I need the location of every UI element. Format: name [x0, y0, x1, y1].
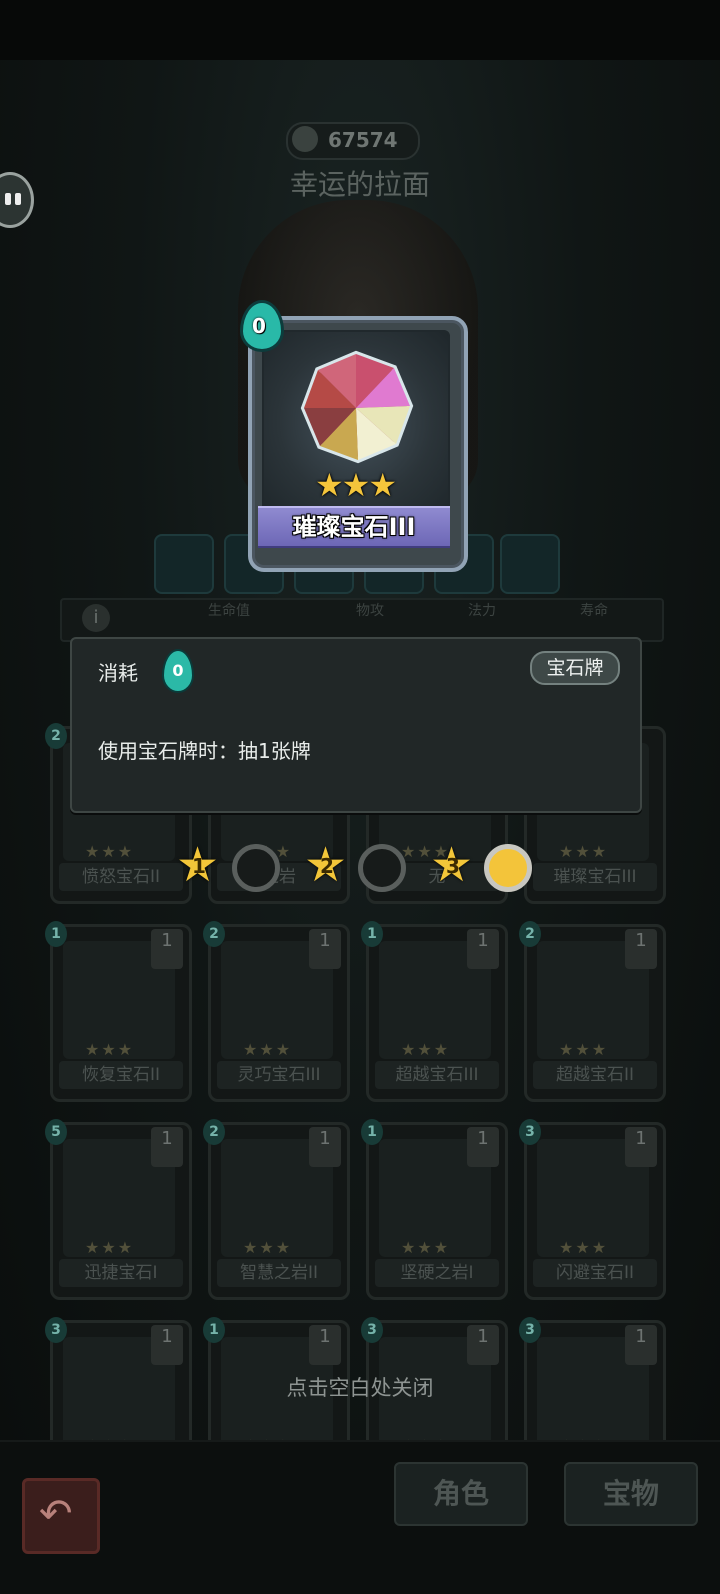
upgrade-slot-filled [484, 844, 532, 892]
deck-card[interactable]: ★★★ 1 1 恢复宝石II [45, 921, 192, 1102]
card-name: 愤怒宝石II [59, 863, 183, 891]
card-cost: 2 [519, 921, 541, 947]
deck-card[interactable]: ★★★ 3 1 闪避宝石II [519, 1119, 666, 1300]
card-cost: 3 [45, 1317, 67, 1343]
card-cost: 3 [361, 1317, 383, 1343]
card-stars: ★★★ [401, 1238, 451, 1257]
mana-flame-icon: 0 [162, 649, 194, 693]
deck-card[interactable]: ★★★ 2 1 超越宝石II [519, 921, 666, 1102]
cost-value: 0 [172, 661, 184, 680]
back-arrow-icon: ↶ [39, 1491, 73, 1537]
card-cost: 3 [519, 1119, 541, 1145]
card-cost: 1 [361, 921, 383, 947]
card-detail-panel: 消耗 0 宝石牌 使用宝石牌时：抽1张牌 [70, 637, 642, 813]
card-count: 1 [467, 929, 499, 969]
card-count: 1 [467, 1127, 499, 1167]
card-cost: 1 [203, 1317, 225, 1343]
card-stars: ★★★ [401, 1040, 451, 1059]
upgrade-slot [358, 844, 406, 892]
card-name: 闪避宝石II [533, 1259, 657, 1287]
cost-label: 消耗 [98, 661, 138, 685]
card-stars: ★★★ [243, 1040, 293, 1059]
card-stars: ★★★ [559, 842, 609, 861]
skill-slot[interactable] [500, 534, 560, 594]
card-stars: ★★★ [85, 1238, 135, 1257]
card-count: 1 [151, 1127, 183, 1167]
deck-card[interactable]: ★★★ 5 1 迅捷宝石I [45, 1119, 192, 1300]
card-count: 1 [309, 1325, 341, 1365]
card-count: 1 [625, 929, 657, 969]
character-name: 幸运的拉面 [289, 168, 430, 201]
card-name: 恢复宝石II [59, 1061, 183, 1089]
card-stars: ★★★ [559, 1040, 609, 1059]
card-cost: 3 [519, 1317, 541, 1343]
card-count: 1 [151, 1325, 183, 1365]
upgrade-slot [232, 844, 280, 892]
card-name: 璀璨宝石III [258, 506, 450, 548]
deck-card[interactable]: ★★★ 1 1 坚硬之岩I [361, 1119, 508, 1300]
stats-bar: i 生命值 物攻 法力 寿命 [60, 598, 664, 642]
card-cost: 2 [203, 1119, 225, 1145]
star-icon: ★ 2 [304, 837, 348, 893]
card-type-badge: 宝石牌 [530, 651, 620, 685]
card-name: 迅捷宝石I [59, 1259, 183, 1287]
card-stars: ★★★ [559, 1238, 609, 1257]
selected-card: ★★★ 璀璨宝石III [248, 316, 468, 572]
card-name: 超越宝石II [533, 1061, 657, 1089]
stat-label: 寿命 [580, 603, 608, 619]
status-bar [0, 0, 720, 60]
card-count: 1 [625, 1325, 657, 1365]
card-name: 超越宝石III [375, 1061, 499, 1089]
stat-label: 法力 [468, 603, 496, 619]
wrench-icon [292, 126, 318, 152]
card-count: 1 [625, 1127, 657, 1167]
skill-slot[interactable] [154, 534, 214, 594]
card-name: 智慧之岩II [217, 1259, 341, 1287]
card-count: 1 [467, 1325, 499, 1365]
tab-treasure[interactable]: 宝物 [564, 1462, 698, 1526]
card-cost: 5 [45, 1119, 67, 1145]
card-stars: ★★★ [314, 466, 397, 504]
card-name: 坚硬之岩I [375, 1259, 499, 1287]
card-stars: ★★★ [85, 1040, 135, 1059]
card-count: 1 [151, 929, 183, 969]
deck-card[interactable]: ★★★ 1 1 超越宝石III [361, 921, 508, 1102]
card-cost: 1 [361, 1119, 383, 1145]
card-name: 灵巧宝石III [217, 1061, 341, 1089]
info-icon[interactable]: i [82, 604, 110, 632]
deck-card[interactable]: ★★★ 2 1 灵巧宝石III [203, 921, 350, 1102]
card-stars: ★★★ [243, 1238, 293, 1257]
close-hint[interactable]: 点击空白处关闭 [0, 1372, 720, 1402]
back-button[interactable]: ↶ [22, 1478, 100, 1554]
stat-label: 物攻 [356, 603, 384, 619]
star-icon: ★ 3 [430, 837, 474, 893]
card-count: 1 [309, 929, 341, 969]
card-count: 1 [309, 1127, 341, 1167]
mana-cost-badge: 0 [240, 300, 284, 352]
card-description: 使用宝石牌时：抽1张牌 [98, 739, 311, 763]
card-stars: ★★★ [85, 842, 135, 861]
mana-cost-value: 0 [252, 314, 266, 338]
card-cost: 1 [45, 921, 67, 947]
upgrade-track: ★ 1 ★ 2 ★ 3 [176, 837, 556, 898]
star-icon: ★ 1 [176, 837, 220, 893]
stat-label: 生命值 [208, 603, 250, 619]
card-cost: 2 [203, 921, 225, 947]
card-cost: 2 [45, 723, 67, 749]
currency-value: 67574 [328, 128, 398, 152]
tab-character[interactable]: 角色 [394, 1462, 528, 1526]
deck-card[interactable]: ★★★ 2 1 智慧之岩II [203, 1119, 350, 1300]
currency-display: 67574 [286, 122, 420, 160]
